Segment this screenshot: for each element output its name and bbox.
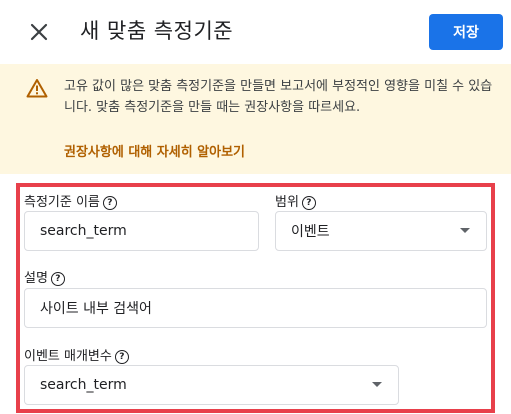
- dimension-name-field[interactable]: search_term: [24, 211, 259, 251]
- scope-value: 이벤트: [291, 224, 330, 240]
- description-label-text: 설명: [24, 271, 48, 286]
- help-icon[interactable]: ?: [50, 272, 65, 286]
- dialog-header: 새 맞춤 측정기준 저장: [0, 0, 511, 64]
- help-icon[interactable]: ?: [301, 196, 316, 210]
- page-title: 새 맞춤 측정기준: [80, 19, 234, 43]
- event-parameter-label-text: 이벤트 매개변수: [24, 349, 112, 364]
- dimension-form: 측정기준 이름 ? search_term 범위 ? 이벤트 설명 ? 사이트 …: [16, 183, 495, 413]
- description-field[interactable]: 사이트 내부 검색어: [24, 288, 487, 328]
- chevron-down-icon: [460, 228, 470, 233]
- save-button[interactable]: 저장: [429, 14, 503, 50]
- description-label: 설명 ?: [24, 271, 65, 287]
- dimension-name-value: search_term: [40, 223, 127, 239]
- scope-label-text: 범위: [275, 195, 299, 210]
- warning-icon: [26, 78, 48, 98]
- warning-banner: 고유 값이 많은 맞춤 측정기준을 만들면 보고서에 부정적인 영향을 미칠 수…: [0, 64, 511, 174]
- scope-label: 범위 ?: [275, 195, 316, 211]
- event-parameter-value: search_term: [40, 377, 127, 393]
- scope-select[interactable]: 이벤트: [275, 211, 487, 251]
- close-icon[interactable]: [27, 20, 51, 44]
- dimension-name-label: 측정기준 이름 ?: [24, 195, 117, 211]
- event-parameter-select[interactable]: search_term: [24, 365, 399, 405]
- help-icon[interactable]: ?: [114, 350, 129, 364]
- learn-more-link[interactable]: 권장사항에 대해 자세히 알아보기: [64, 141, 245, 160]
- description-value: 사이트 내부 검색어: [40, 301, 152, 317]
- dimension-name-label-text: 측정기준 이름: [24, 195, 100, 210]
- help-icon[interactable]: ?: [102, 196, 117, 210]
- warning-message: 고유 값이 많은 맞춤 측정기준을 만들면 보고서에 부정적인 영향을 미칠 수…: [64, 79, 493, 115]
- event-parameter-label: 이벤트 매개변수 ?: [24, 349, 129, 365]
- chevron-down-icon: [372, 382, 382, 387]
